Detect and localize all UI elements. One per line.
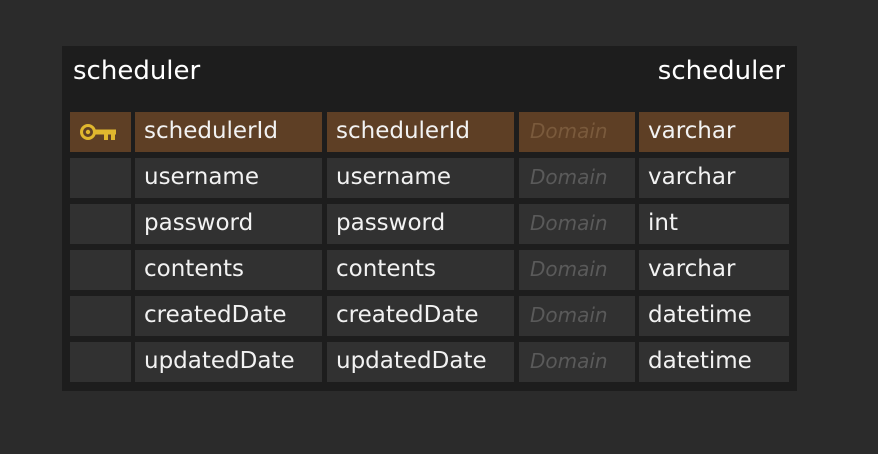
logical-name-cell[interactable]: updatedDate	[135, 342, 322, 382]
key-icon	[80, 124, 116, 140]
data-type-cell[interactable]: datetime	[639, 296, 789, 336]
column-data-type: datetime	[648, 348, 752, 374]
domain-cell[interactable]: Domain	[519, 296, 635, 336]
column-logical-name: password	[144, 210, 254, 236]
column-logical-name: createdDate	[144, 302, 287, 328]
column-physical-name: createdDate	[336, 302, 479, 328]
key-cell	[70, 296, 131, 336]
physical-name-cell[interactable]: schedulerId	[327, 112, 514, 152]
column-row[interactable]: password password Domain int	[70, 204, 789, 244]
column-logical-name: contents	[144, 256, 245, 282]
column-data-type: varchar	[648, 164, 736, 190]
column-data-type: varchar	[648, 256, 736, 282]
physical-name-cell[interactable]: username	[327, 158, 514, 198]
logical-name-cell[interactable]: password	[135, 204, 322, 244]
data-type-cell[interactable]: varchar	[639, 250, 789, 290]
column-row[interactable]: contents contents Domain varchar	[70, 250, 789, 290]
entity-header[interactable]: scheduler scheduler	[62, 46, 797, 104]
column-physical-name: contents	[336, 256, 437, 282]
column-logical-name: schedulerId	[144, 118, 278, 144]
logical-name-cell[interactable]: username	[135, 158, 322, 198]
column-logical-name: username	[144, 164, 259, 190]
domain-cell[interactable]: Domain	[519, 204, 635, 244]
column-domain: Domain	[530, 165, 608, 189]
column-physical-name: username	[336, 164, 451, 190]
column-physical-name: updatedDate	[336, 348, 487, 374]
physical-name-cell[interactable]: createdDate	[327, 296, 514, 336]
domain-cell[interactable]: Domain	[519, 342, 635, 382]
key-cell	[70, 204, 131, 244]
key-cell	[70, 158, 131, 198]
domain-cell[interactable]: Domain	[519, 250, 635, 290]
physical-name-cell[interactable]: password	[327, 204, 514, 244]
column-domain: Domain	[530, 211, 608, 235]
key-cell	[70, 112, 131, 152]
domain-cell[interactable]: Domain	[519, 158, 635, 198]
key-cell	[70, 342, 131, 382]
key-cell	[70, 250, 131, 290]
data-type-cell[interactable]: varchar	[639, 158, 789, 198]
column-physical-name: schedulerId	[336, 118, 470, 144]
column-physical-name: password	[336, 210, 446, 236]
column-domain: Domain	[530, 257, 608, 281]
logical-name-cell[interactable]: createdDate	[135, 296, 322, 336]
data-type-cell[interactable]: varchar	[639, 112, 789, 152]
physical-name-cell[interactable]: contents	[327, 250, 514, 290]
column-domain: Domain	[530, 119, 608, 143]
column-logical-name: updatedDate	[144, 348, 295, 374]
column-domain: Domain	[530, 303, 608, 327]
domain-cell[interactable]: Domain	[519, 112, 635, 152]
logical-name-cell[interactable]: schedulerId	[135, 112, 322, 152]
column-row[interactable]: username username Domain varchar	[70, 158, 789, 198]
column-data-type: varchar	[648, 118, 736, 144]
data-type-cell[interactable]: int	[639, 204, 789, 244]
column-data-type: datetime	[648, 302, 752, 328]
column-row-primary-key[interactable]: schedulerId schedulerId Domain varchar	[70, 112, 789, 152]
logical-name-cell[interactable]: contents	[135, 250, 322, 290]
column-row[interactable]: updatedDate updatedDate Domain datetime	[70, 342, 789, 382]
physical-name-cell[interactable]: updatedDate	[327, 342, 514, 382]
column-data-type: int	[648, 210, 678, 236]
column-domain: Domain	[530, 349, 608, 373]
entity-physical-name[interactable]: scheduler	[658, 56, 785, 86]
entity-logical-name[interactable]: scheduler	[73, 56, 200, 86]
entity-scheduler[interactable]: scheduler scheduler schedulerId schedule…	[62, 46, 797, 391]
column-row[interactable]: createdDate createdDate Domain datetime	[70, 296, 789, 336]
data-type-cell[interactable]: datetime	[639, 342, 789, 382]
